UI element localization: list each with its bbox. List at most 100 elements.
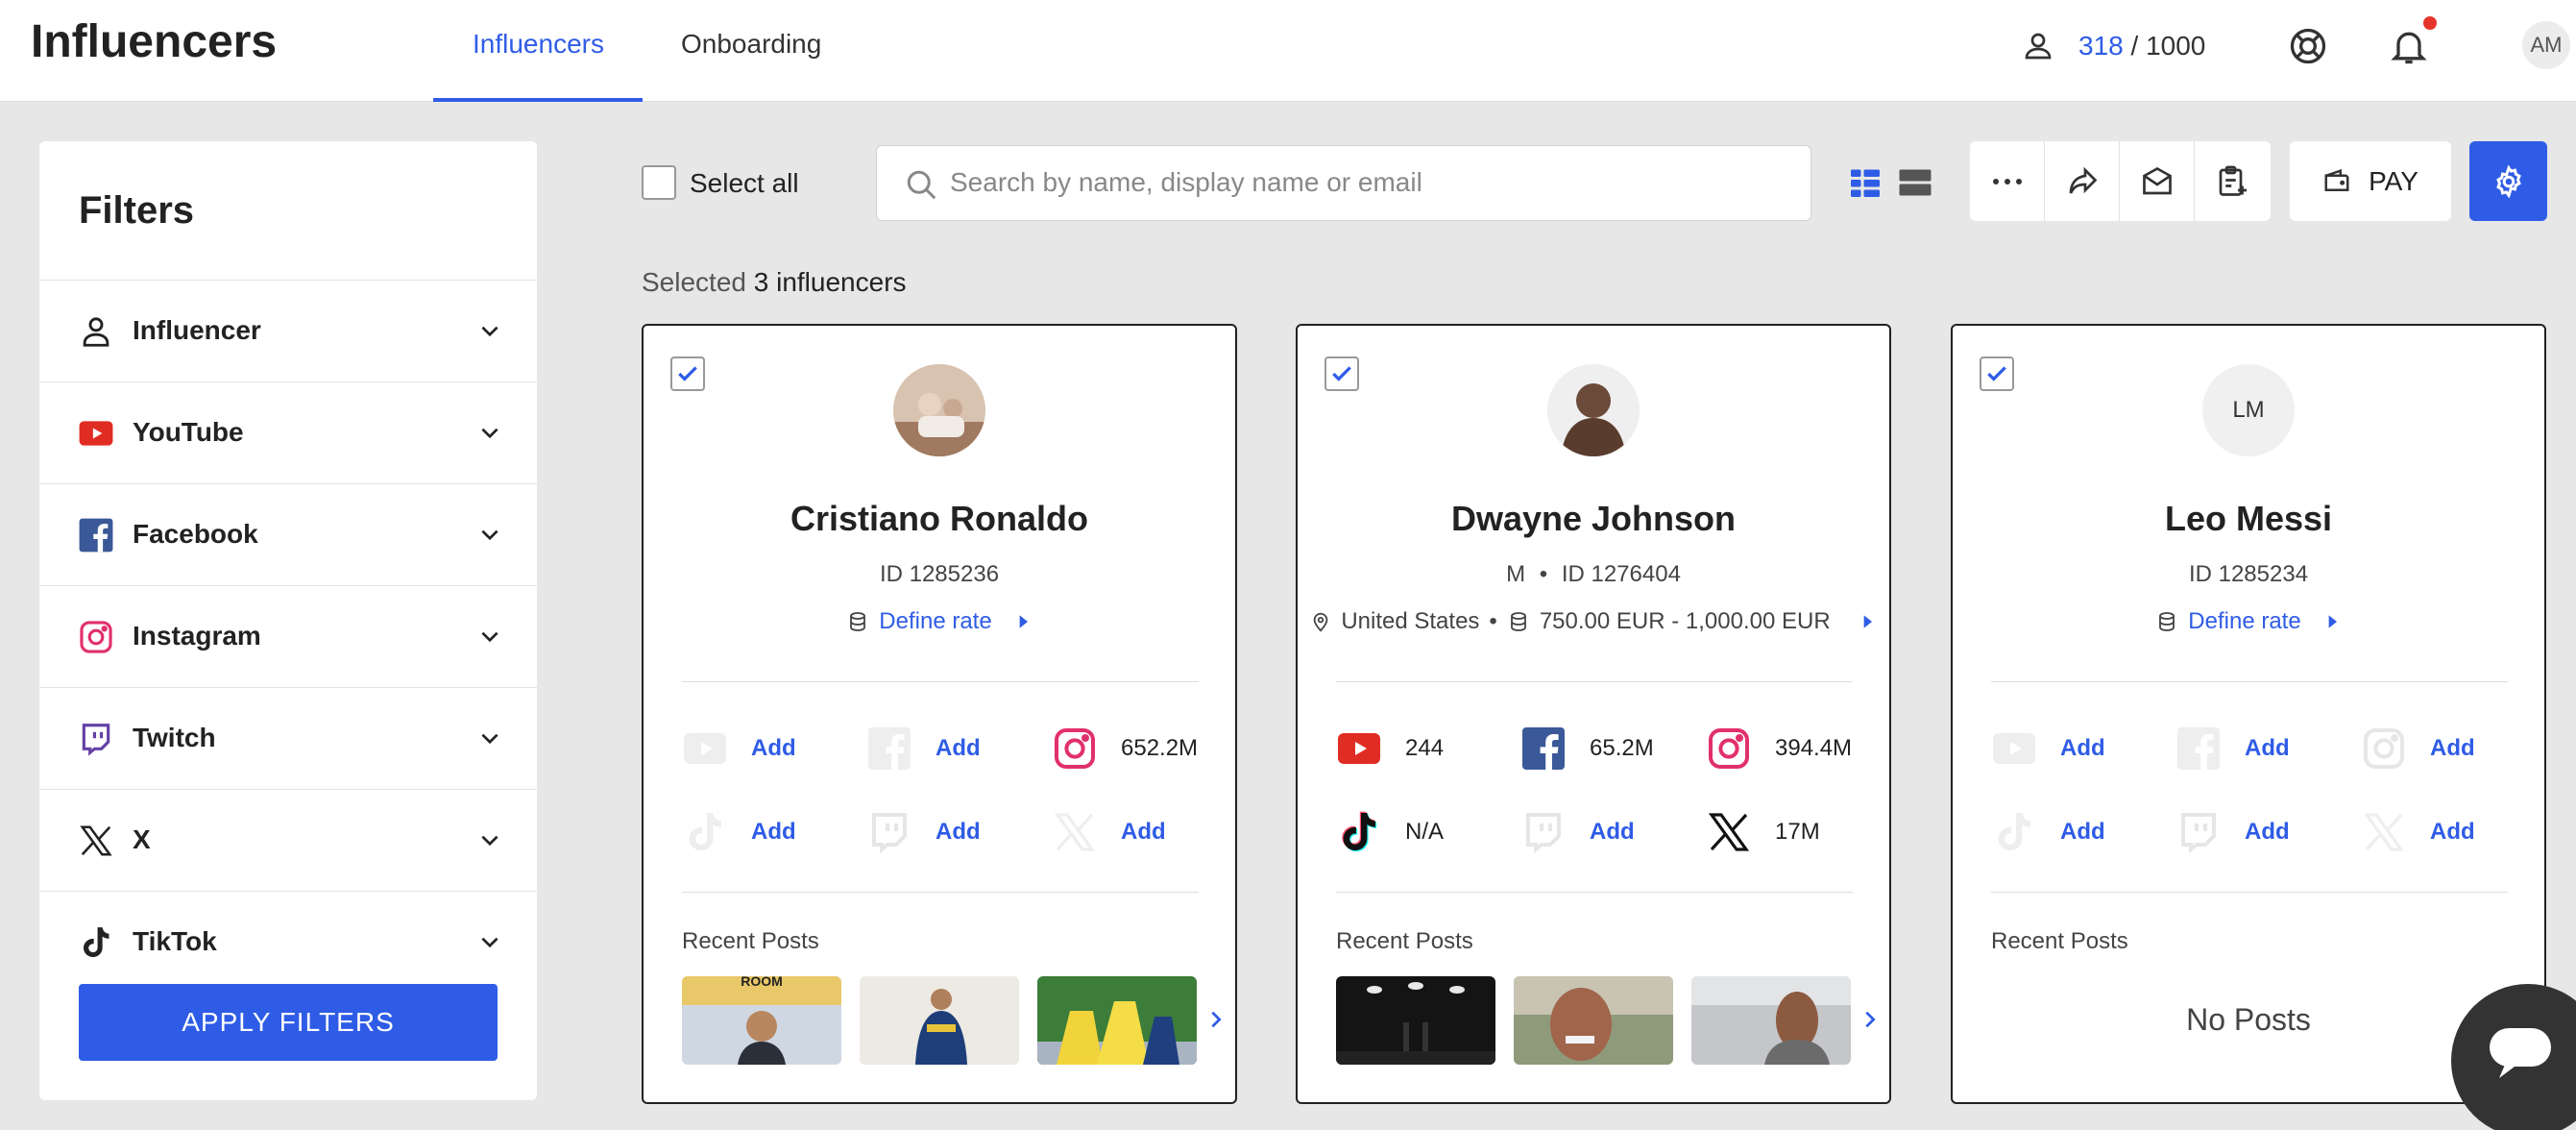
facebook-stat[interactable]: 65.2M xyxy=(1520,725,1693,773)
apply-filters-button[interactable]: APPLY FILTERS xyxy=(79,984,498,1061)
x-stat[interactable]: Add xyxy=(1052,808,1225,856)
pay-button[interactable]: PAY xyxy=(2290,141,2451,221)
selection-summary: Selected 3 influencers xyxy=(642,267,907,298)
twitch-icon xyxy=(82,724,110,756)
card-checkbox[interactable] xyxy=(1980,356,2014,391)
tiktok-add: Add xyxy=(2060,819,2105,845)
tiktok-icon xyxy=(689,813,721,850)
x-followers: 17M xyxy=(1775,819,1820,845)
youtube-stat[interactable]: Add xyxy=(1991,725,2164,773)
filter-instagram[interactable]: Instagram xyxy=(39,585,537,687)
instagram-stat[interactable]: 394.4M xyxy=(1706,725,1879,773)
filter-twitch[interactable]: Twitch xyxy=(39,687,537,789)
facebook-icon xyxy=(1522,727,1565,770)
filter-youtube[interactable]: YouTube xyxy=(39,381,537,483)
help-lifebuoy-icon[interactable] xyxy=(2287,25,2329,67)
check-icon xyxy=(678,366,697,381)
influencer-card[interactable]: Dwayne Johnson M • ID 1276404 United Sta… xyxy=(1296,324,1891,1104)
facebook-stat[interactable]: Add xyxy=(866,725,1039,773)
twitch-stat[interactable]: Add xyxy=(1520,808,1693,856)
mail-icon xyxy=(2142,166,2172,194)
twitch-stat[interactable]: Add xyxy=(2175,808,2348,856)
x-stat[interactable]: 17M xyxy=(1706,808,1879,856)
influencer-id: ID 1285236 xyxy=(879,561,1000,587)
twitch-stat[interactable]: Add xyxy=(866,808,1039,856)
add-to-list-button[interactable] xyxy=(2195,141,2270,221)
recent-post-thumbnail[interactable] xyxy=(1336,976,1495,1065)
facebook-icon xyxy=(868,727,911,770)
x-add: Add xyxy=(1121,819,1166,845)
location-pin-icon xyxy=(1313,612,1328,632)
filter-x[interactable]: X xyxy=(39,789,537,891)
grid-view-icon[interactable] xyxy=(1848,165,1883,200)
recent-posts-label: Recent Posts xyxy=(1991,928,2128,954)
instagram-stat[interactable]: 652.2M xyxy=(1052,725,1225,773)
twitch-add: Add xyxy=(2245,819,2290,845)
tiktok-stat[interactable]: N/A xyxy=(1336,808,1509,856)
separator-dot: • xyxy=(1539,561,1548,587)
bell-icon[interactable] xyxy=(2388,25,2430,67)
youtube-icon xyxy=(684,733,726,764)
recent-post-thumbnail[interactable] xyxy=(1037,976,1197,1065)
selection-count: 3 xyxy=(753,267,769,297)
select-all-label: Select all xyxy=(690,168,799,198)
facebook-icon xyxy=(2177,727,2220,770)
bulk-actions-group xyxy=(1970,141,2271,221)
check-icon xyxy=(1987,366,2006,381)
select-all-checkbox[interactable] xyxy=(642,165,676,200)
tiktok-icon xyxy=(1342,811,1377,852)
email-button[interactable] xyxy=(2120,141,2195,221)
more-actions-button[interactable] xyxy=(1970,141,2045,221)
twitch-icon xyxy=(1526,813,1561,854)
coins-icon xyxy=(1510,612,1526,631)
list-view-icon[interactable] xyxy=(1898,165,1932,200)
influencer-card[interactable]: LM Leo Messi ID 1285234 Define rate Add … xyxy=(1951,324,2546,1104)
define-rate-link[interactable]: Define rate xyxy=(644,608,1235,635)
search-input[interactable] xyxy=(950,163,1795,202)
filter-influencer[interactable]: Influencer xyxy=(39,280,537,381)
avatar: LM xyxy=(2202,364,2295,456)
tiktok-add: Add xyxy=(751,819,796,845)
chevron-right-icon[interactable] xyxy=(1859,1006,1881,1033)
card-checkbox[interactable] xyxy=(670,356,705,391)
facebook-stat[interactable]: Add xyxy=(2175,725,2348,773)
x-stat[interactable]: Add xyxy=(2361,808,2534,856)
tiktok-stat[interactable]: Add xyxy=(682,808,855,856)
influencer-location-rate[interactable]: United States • 750.00 EUR - 1,000.00 EU… xyxy=(1298,608,1889,635)
define-rate-link[interactable]: Define rate xyxy=(1953,608,2544,635)
selection-prefix: Selected xyxy=(642,267,754,297)
quota-current: 318 xyxy=(2078,31,2124,61)
chevron-right-icon[interactable] xyxy=(1205,1006,1227,1033)
pay-label: PAY xyxy=(2369,165,2418,196)
tiktok-stat[interactable]: Add xyxy=(1991,808,2164,856)
check-icon xyxy=(1332,366,1351,381)
tiktok-followers: N/A xyxy=(1405,819,1445,845)
quota-separator: / xyxy=(2123,31,2147,61)
share-button[interactable] xyxy=(2045,141,2120,221)
tab-influencers[interactable]: Influencers xyxy=(473,29,604,60)
tiktok-icon xyxy=(84,927,109,958)
recent-post-thumbnail[interactable] xyxy=(860,976,1019,1065)
avatar xyxy=(893,364,985,456)
profile-photo xyxy=(1547,364,1640,456)
avatar[interactable]: AM xyxy=(2522,21,2570,69)
filter-facebook[interactable]: Facebook xyxy=(39,483,537,585)
influencer-card[interactable]: Cristiano Ronaldo ID 1285236 Define rate… xyxy=(642,324,1237,1104)
user-icon xyxy=(2025,33,2052,60)
settings-button[interactable] xyxy=(2469,141,2547,221)
recent-post-thumbnail[interactable]: ROOM xyxy=(682,976,841,1065)
x-icon xyxy=(80,825,112,856)
card-checkbox[interactable] xyxy=(1324,356,1359,391)
chevron-down-icon xyxy=(481,835,498,847)
youtube-stat[interactable]: 244 xyxy=(1336,725,1509,773)
instagram-stat[interactable]: Add xyxy=(2361,725,2534,773)
youtube-subscribers: 244 xyxy=(1405,735,1445,761)
instagram-icon xyxy=(1709,728,1749,769)
recent-post-thumbnail[interactable] xyxy=(1514,976,1673,1065)
influencer-name: Cristiano Ronaldo xyxy=(790,499,1088,538)
recent-post-thumbnail[interactable] xyxy=(1691,976,1851,1065)
youtube-stat[interactable]: Add xyxy=(682,725,855,773)
caret-right-icon xyxy=(1863,615,1872,628)
tab-onboarding[interactable]: Onboarding xyxy=(681,29,821,60)
x-icon xyxy=(1054,813,1096,851)
